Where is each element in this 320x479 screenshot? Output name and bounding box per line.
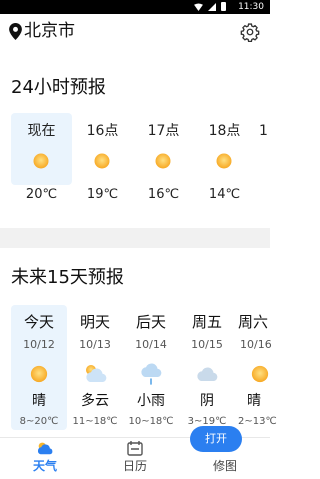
sunny-icon [251, 365, 269, 383]
day-temp-range: 2~13℃ [238, 416, 277, 427]
daily-item[interactable]: 周五 10/15 阴 3~19℃ [179, 305, 235, 430]
hourly-forecast-list[interactable]: 现在 20℃ 16点 19℃ 17点 16℃ 18点 14℃ 1 [11, 113, 269, 202]
tab-label: 日历 [122, 459, 147, 473]
hourly-item[interactable]: 现在 20℃ [11, 113, 72, 202]
day-date: 10/15 [191, 338, 223, 351]
day-date: 10/13 [79, 338, 111, 351]
day-label: 今天 [23, 313, 54, 331]
hour-temp: 14℃ [208, 187, 241, 202]
hour-temp: 16℃ [147, 187, 180, 202]
open-button[interactable]: 打开 [190, 426, 242, 452]
wifi-icon [194, 2, 203, 11]
day-date: 10/12 [23, 338, 55, 351]
city-name: 北京市 [24, 21, 75, 41]
status-bar: 11:30 [0, 0, 270, 14]
partly-cloudy-icon [86, 365, 107, 382]
hour-label: 17点 [147, 123, 180, 139]
sunny-icon [155, 153, 171, 169]
hourly-forecast-title: 24小时预报 [11, 77, 106, 98]
hour-label: 16点 [86, 123, 119, 139]
status-icons [194, 2, 226, 11]
hour-label: 18点 [208, 123, 241, 139]
day-date: 10/14 [135, 338, 167, 351]
location-selector[interactable]: 北京市 [9, 21, 75, 41]
tab-weather[interactable]: 天气 [0, 438, 90, 479]
sunny-icon [30, 365, 48, 383]
tab-label: 天气 [32, 459, 57, 473]
tab-label: 修图 [212, 459, 237, 473]
section-divider [0, 228, 270, 248]
day-condition: 阴 [200, 393, 214, 409]
overcast-icon [197, 367, 218, 381]
daily-forecast-list[interactable]: 今天 10/12 晴 8~20℃ 明天 10/13 多云 11~18℃ 后天 1… [11, 305, 283, 430]
daily-item[interactable]: 后天 10/14 小雨 10~18℃ [123, 305, 179, 430]
signal-icon [208, 2, 216, 11]
hourly-item-partial[interactable]: 1 [255, 113, 269, 185]
battery-icon [221, 2, 226, 11]
day-label: 周六 [238, 313, 269, 331]
settings-gear-icon[interactable] [240, 22, 260, 42]
day-condition: 晴 [32, 393, 46, 409]
day-temp-range: 10~18℃ [128, 416, 174, 427]
daily-forecast-title: 未来15天预报 [11, 267, 124, 288]
weather-icon [37, 442, 53, 455]
day-date: 10/16 [240, 338, 272, 351]
day-condition: 小雨 [137, 393, 165, 409]
sunny-icon [94, 153, 110, 169]
sunny-icon [216, 153, 232, 169]
light-rain-icon [141, 363, 162, 385]
hourly-item[interactable]: 17点 16℃ [133, 113, 194, 202]
sunny-icon [33, 153, 49, 169]
status-time: 11:30 [238, 2, 264, 12]
daily-item[interactable]: 明天 10/13 多云 11~18℃ [67, 305, 123, 430]
calendar-icon [127, 441, 143, 456]
daily-item[interactable]: 今天 10/12 晴 8~20℃ [11, 305, 67, 430]
hour-temp: 20℃ [25, 187, 58, 202]
tab-calendar[interactable]: 日历 [90, 438, 180, 479]
daily-item-partial[interactable]: 周六 10/16 晴 2~13℃ [235, 305, 283, 430]
day-condition: 多云 [81, 393, 109, 409]
hour-label: 现在 [27, 123, 56, 139]
hour-label: 1 [259, 123, 268, 139]
hour-temp: 19℃ [86, 187, 119, 202]
day-condition: 晴 [247, 393, 261, 409]
hourly-item[interactable]: 16点 19℃ [72, 113, 133, 202]
day-label: 明天 [79, 313, 110, 331]
day-temp-range: 8~20℃ [19, 416, 59, 427]
hourly-item[interactable]: 18点 14℃ [194, 113, 255, 202]
top-bar: 北京市 [0, 14, 270, 50]
location-pin-icon [9, 22, 22, 40]
day-label: 周五 [191, 313, 222, 331]
day-label: 后天 [135, 313, 166, 331]
day-temp-range: 11~18℃ [72, 416, 118, 427]
